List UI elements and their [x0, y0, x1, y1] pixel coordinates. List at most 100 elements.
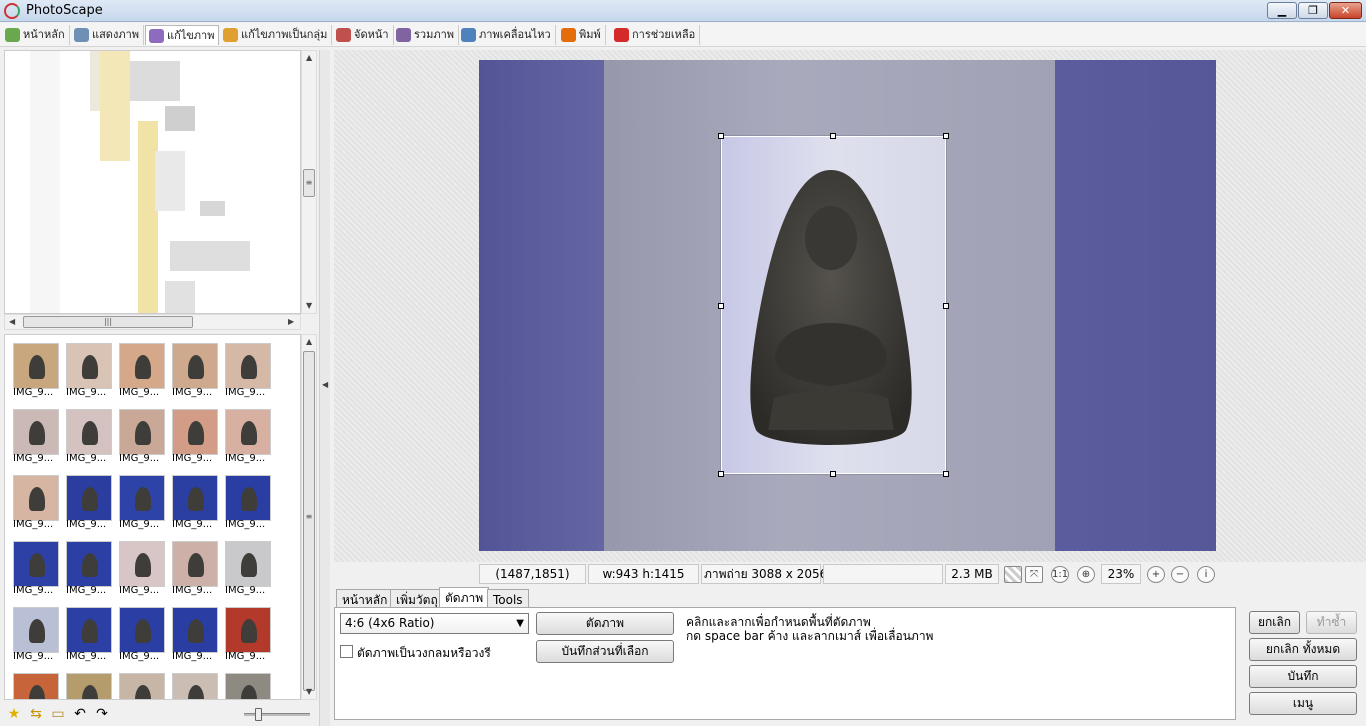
slider-knob[interactable] — [255, 708, 262, 721]
thumbnail-item[interactable] — [64, 667, 114, 699]
thumbnail-item[interactable]: IMG_9... — [223, 469, 273, 531]
scroll-right-arrow-icon[interactable]: ▶ — [288, 317, 294, 326]
thumbnail-item[interactable]: IMG_9... — [64, 469, 114, 531]
scrollbar-thumb[interactable]: ||| — [23, 316, 193, 328]
thumbnail-grid[interactable]: IMG_9... IMG_9... IMG_9... IMG_9... IMG_9...… — [4, 334, 301, 700]
zoom-out-icon[interactable]: − — [1171, 566, 1189, 583]
thumbnail-image[interactable] — [66, 673, 112, 699]
thumbnail-image[interactable] — [119, 673, 165, 699]
thumbnail-item[interactable] — [117, 667, 167, 699]
thumbnail-image[interactable] — [66, 607, 112, 653]
back-arrow-icon[interactable]: ↶ — [72, 706, 88, 722]
thumbnail-image[interactable] — [172, 475, 218, 521]
menu-tab-print[interactable]: พิมพ์ — [558, 25, 606, 45]
thumbnail-item[interactable]: IMG_9... — [117, 535, 167, 597]
maximize-button[interactable]: ❐ — [1298, 2, 1328, 19]
thumbnail-item[interactable]: IMG_9... — [223, 403, 273, 465]
thumbnail-image[interactable] — [172, 673, 218, 699]
thumbnail-image[interactable] — [66, 409, 112, 455]
save-selection-button[interactable]: บันทึกส่วนที่เลือก — [536, 640, 674, 663]
scroll-down-arrow-icon[interactable]: ▼ — [306, 301, 312, 310]
chevron-down-icon[interactable]: ▼ — [516, 614, 524, 633]
thumbnail-item[interactable]: IMG_9... — [64, 403, 114, 465]
folder-tree[interactable] — [4, 50, 301, 314]
thumbnail-item[interactable]: IMG_9... — [170, 601, 220, 663]
thumbnail-image[interactable] — [119, 343, 165, 389]
thumbnail-image[interactable] — [119, 607, 165, 653]
menu-button[interactable]: เมนู — [1249, 692, 1357, 715]
thumbnail-image[interactable] — [172, 607, 218, 653]
thumbnail-image[interactable] — [225, 343, 271, 389]
thumbnail-image[interactable] — [172, 409, 218, 455]
scroll-left-arrow-icon[interactable]: ◀ — [9, 317, 15, 326]
crop-handle-top-right[interactable] — [943, 133, 949, 139]
thumbnail-item[interactable]: IMG_9... — [11, 403, 61, 465]
fit-screen-icon[interactable]: ⤧ — [1025, 566, 1043, 583]
menu-tab-viewer[interactable]: แสดงภาพ — [71, 25, 144, 45]
menu-tab-page[interactable]: จัดหน้า — [333, 25, 394, 45]
thumbnail-item[interactable] — [11, 667, 61, 699]
thumbnail-item[interactable]: IMG_9... — [223, 601, 273, 663]
thumbnail-item[interactable]: IMG_9... — [11, 337, 61, 399]
save-button[interactable]: บันทึก — [1249, 665, 1357, 688]
menu-tab-help[interactable]: การช่วยเหลือ — [611, 25, 701, 45]
transparency-grid-icon[interactable] — [1004, 566, 1022, 583]
refresh-icon[interactable]: ⇆ — [28, 706, 44, 722]
thumbnail-item[interactable]: IMG_9... — [117, 337, 167, 399]
thumbnail-item[interactable] — [223, 667, 273, 699]
thumbnail-image[interactable] — [13, 475, 59, 521]
thumbnail-image[interactable] — [66, 343, 112, 389]
thumbnail-image[interactable] — [13, 607, 59, 653]
thumbnail-item[interactable]: IMG_9... — [170, 403, 220, 465]
crop-round-checkbox[interactable] — [340, 645, 353, 658]
scroll-up-arrow-icon[interactable]: ▲ — [306, 53, 312, 62]
thumbnail-image[interactable] — [66, 541, 112, 587]
forward-arrow-icon[interactable]: ↷ — [94, 706, 110, 722]
collapse-arrow-icon[interactable]: ◀ — [322, 380, 328, 389]
thumbnail-item[interactable]: IMG_9... — [117, 469, 167, 531]
crop-handle-bottom-right[interactable] — [943, 471, 949, 477]
actual-size-icon[interactable]: 1:1 — [1051, 566, 1069, 583]
thumbnail-image[interactable] — [13, 409, 59, 455]
thumbnail-image[interactable] — [172, 343, 218, 389]
scroll-down-arrow-icon[interactable]: ▼ — [306, 687, 312, 696]
thumbnail-item[interactable]: IMG_9... — [117, 601, 167, 663]
thumbnail-image[interactable] — [225, 607, 271, 653]
thumbnail-item[interactable]: IMG_9... — [170, 337, 220, 399]
thumbnail-image[interactable] — [119, 475, 165, 521]
crop-handle-bottom-left[interactable] — [718, 471, 724, 477]
undo-button[interactable]: ยกเลิก — [1249, 611, 1300, 634]
crop-handle-left[interactable] — [718, 303, 724, 309]
thumbnail-image[interactable] — [225, 673, 271, 699]
crop-handle-bottom[interactable] — [830, 471, 836, 477]
thumbnail-image[interactable] — [225, 409, 271, 455]
menu-tab-combine[interactable]: รวมภาพ — [393, 25, 460, 45]
thumbnail-image[interactable] — [66, 475, 112, 521]
thumbnail-item[interactable]: IMG_9... — [117, 403, 167, 465]
thumbnail-vertical-scrollbar[interactable]: ▲ ≡ ▼ — [301, 334, 317, 700]
thumbnail-item[interactable]: IMG_9... — [11, 469, 61, 531]
zoom-in-icon[interactable]: + — [1147, 566, 1165, 583]
menu-tab-batch-editor[interactable]: แก้ไขภาพเป็นกลุ่ม — [220, 25, 333, 45]
tree-vertical-scrollbar[interactable]: ▲ ≡ ▼ — [301, 50, 317, 314]
thumbnail-item[interactable]: IMG_9... — [11, 535, 61, 597]
crop-handle-top[interactable] — [830, 133, 836, 139]
thumbnail-image[interactable] — [13, 541, 59, 587]
scrollbar-thumb[interactable]: ≡ — [303, 351, 315, 691]
thumbnail-image[interactable] — [119, 409, 165, 455]
thumbnail-image[interactable] — [13, 673, 59, 699]
close-button[interactable]: ✕ — [1329, 2, 1362, 19]
thumbnail-item[interactable] — [170, 667, 220, 699]
thumbnail-image[interactable] — [225, 541, 271, 587]
thumbnail-item[interactable]: IMG_9... — [64, 535, 114, 597]
redo-button[interactable]: ทำซ้ำ — [1306, 611, 1357, 634]
undo-all-button[interactable]: ยกเลิก ทั้งหมด — [1249, 638, 1357, 661]
thumbnail-item[interactable]: IMG_9... — [64, 337, 114, 399]
crop-handle-top-left[interactable] — [718, 133, 724, 139]
favorite-star-icon[interactable]: ★ — [6, 706, 22, 722]
menu-tab-editor[interactable]: แก้ไขภาพ — [145, 25, 220, 45]
menu-tab-animated-gif[interactable]: ภาพเคลื่อนไหว — [458, 25, 556, 45]
tree-horizontal-scrollbar[interactable]: ◀ ||| ▶ — [4, 314, 301, 330]
thumbnail-item[interactable]: IMG_9... — [223, 535, 273, 597]
thumbnail-item[interactable]: IMG_9... — [223, 337, 273, 399]
